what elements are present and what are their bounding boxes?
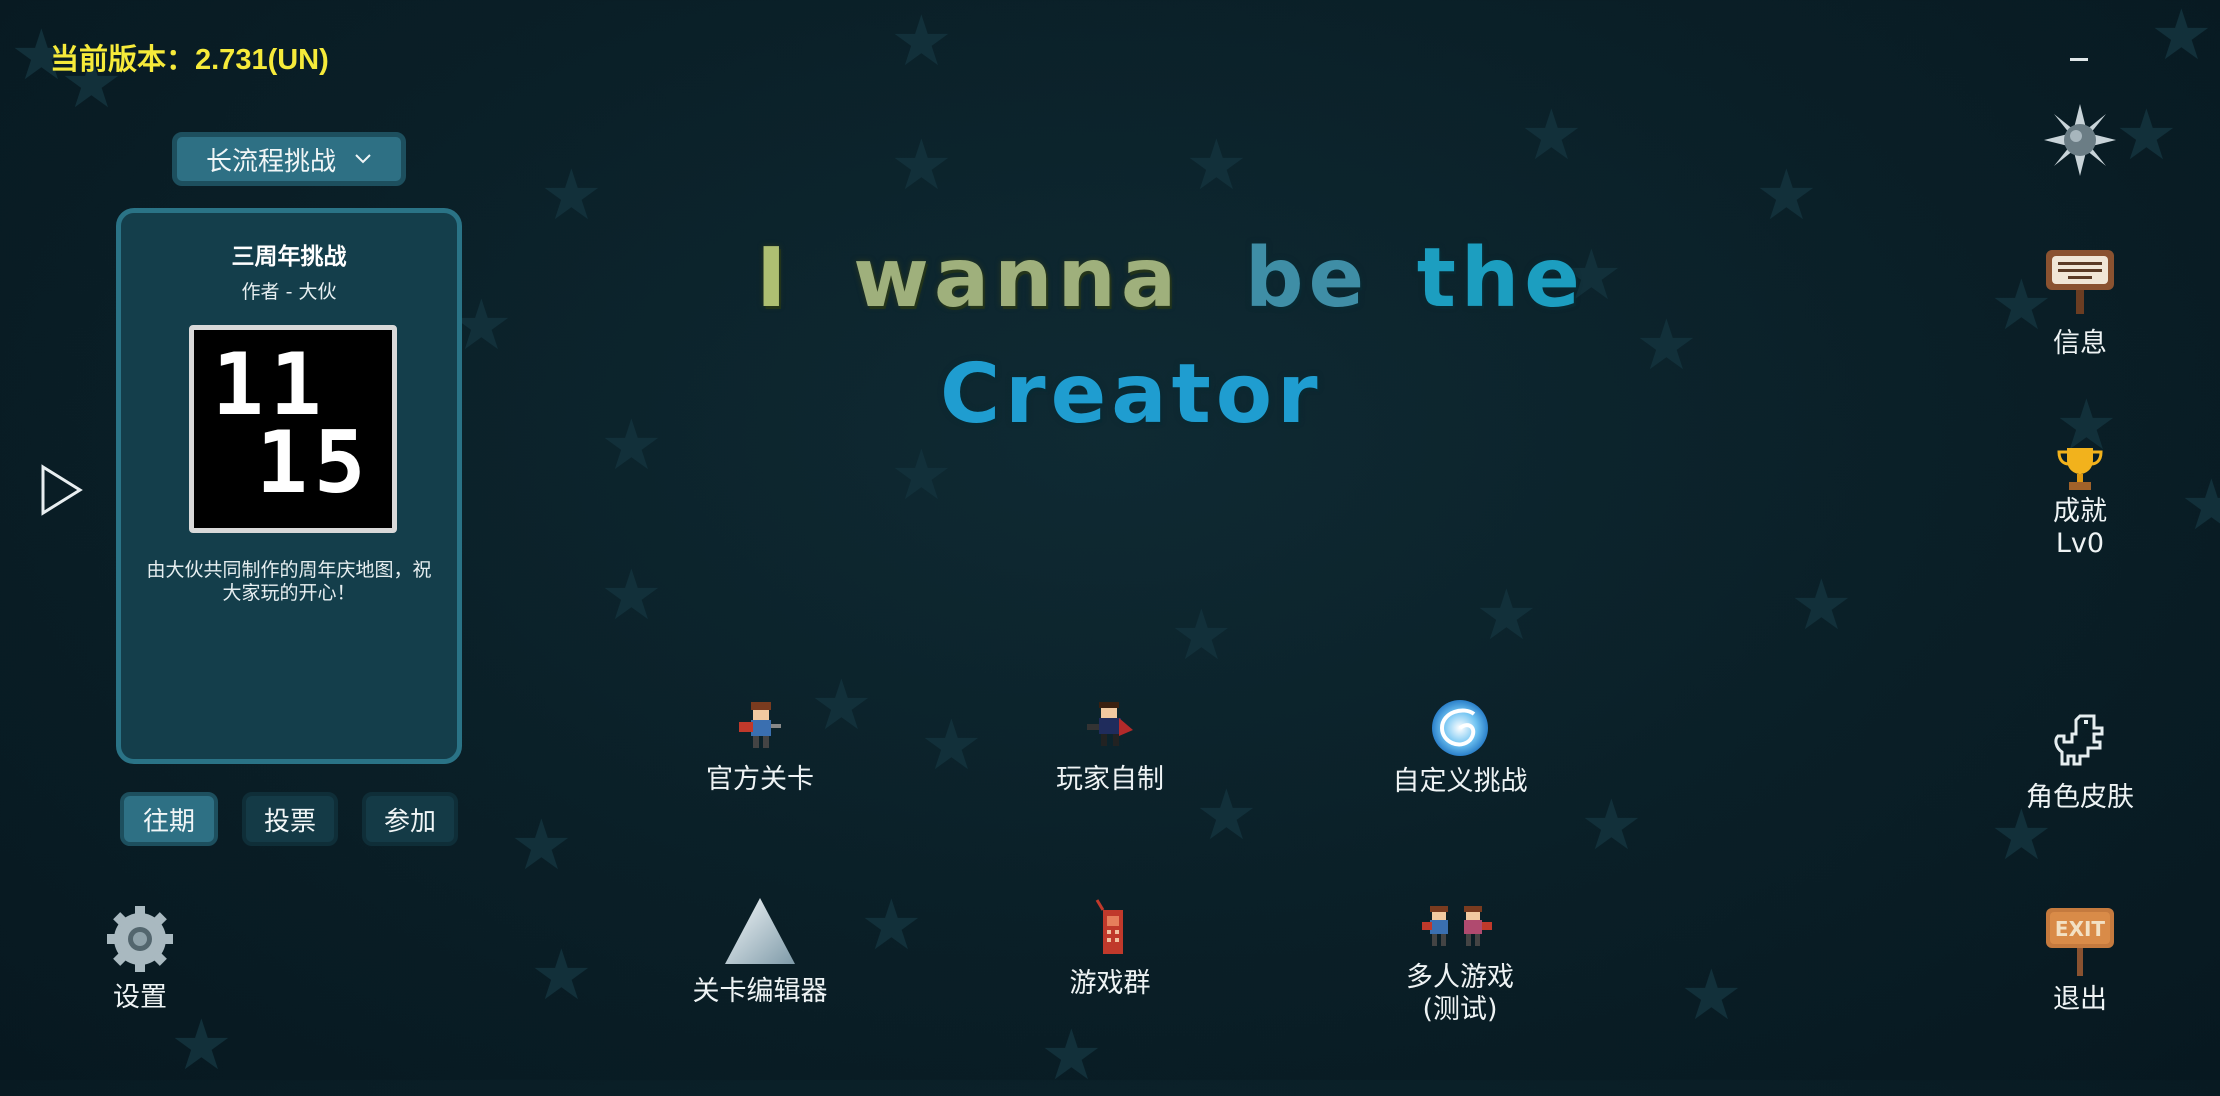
game-group-button[interactable]: 游戏群 <box>1010 898 1210 1000</box>
mode-dropdown[interactable]: 长流程挑战 <box>172 132 406 186</box>
minimize-button[interactable] <box>2070 58 2088 61</box>
background-star: ★ <box>890 0 953 82</box>
background-star: ★ <box>1635 304 1698 386</box>
multiplayer-sublabel: (测试) <box>1422 994 1498 1025</box>
custom-challenge-button[interactable]: 自定义挑战 <box>1360 698 1560 798</box>
gear-icon <box>107 906 173 972</box>
featured-map-card[interactable]: 三周年挑战 作者 - 大伙 11 15 由大伙共同制作的周年庆地图，祝大家玩的开… <box>116 208 462 764</box>
background-star: ★ <box>1185 124 1248 206</box>
info-label: 信息 <box>2053 328 2107 359</box>
achievement-level: Lv0 <box>2055 528 2105 559</box>
player-made-label: 玩家自制 <box>1056 764 1164 795</box>
official-levels-label: 官方关卡 <box>706 764 814 795</box>
phone-icon <box>1095 899 1123 954</box>
background-star: ★ <box>600 554 663 636</box>
tab-join[interactable]: 参加 <box>362 792 458 846</box>
tab-vote[interactable]: 投票 <box>242 792 338 846</box>
exit-button[interactable]: EXIT 退出 <box>2030 904 2130 1016</box>
title-word: be <box>1244 231 1370 326</box>
version-label: 当前版本：2.731(UN) <box>50 44 329 76</box>
tab-vote-label: 投票 <box>263 806 316 837</box>
info-button[interactable]: 信息 <box>2030 246 2130 360</box>
featured-title: 三周年挑战 <box>231 244 347 270</box>
two-characters-icon <box>1422 906 1492 946</box>
background-star: ★ <box>1580 784 1643 866</box>
background-star: ★ <box>1170 594 1233 676</box>
achievement-button[interactable]: 成就 Lv0 <box>2030 444 2130 560</box>
spike-ball-icon <box>2044 104 2116 176</box>
swirl-portal-icon <box>1432 700 1488 756</box>
mode-dropdown-value: 长流程挑战 <box>205 146 336 177</box>
exit-sign-text: EXIT <box>2055 917 2106 941</box>
settings-label: 设置 <box>113 982 167 1013</box>
chevron-down-icon <box>355 154 371 164</box>
title-word: I <box>756 231 792 326</box>
background-star: ★ <box>1790 564 1853 646</box>
title-word: wanna <box>853 231 1182 326</box>
title-word: the <box>1416 231 1585 326</box>
featured-thumbnail[interactable]: 11 15 <box>189 325 397 533</box>
custom-challenge-label: 自定义挑战 <box>1392 766 1528 797</box>
background-star: ★ <box>600 404 663 486</box>
official-levels-button[interactable]: 官方关卡 <box>660 700 860 796</box>
play-arrow-icon[interactable] <box>40 464 84 516</box>
multiplayer-button[interactable]: 多人游戏 (测试) <box>1360 904 1560 1026</box>
level-editor-button[interactable]: 关卡编辑器 <box>660 896 860 1008</box>
thumbnail-number-bottom: 15 <box>256 413 372 513</box>
exit-sign-icon: EXIT <box>2046 908 2114 976</box>
background-star: ★ <box>890 124 953 206</box>
tab-past[interactable]: 往期 <box>120 792 218 846</box>
background-star: ★ <box>890 434 953 516</box>
skins-button[interactable]: 角色皮肤 <box>2010 712 2150 814</box>
background-star: ★ <box>860 884 923 966</box>
multiplayer-label: 多人游戏 <box>1406 962 1514 993</box>
game-title-line1: I wanna be the <box>756 238 1585 320</box>
exit-label: 退出 <box>2053 984 2107 1015</box>
background-star: ★ <box>1475 574 1538 656</box>
spike-icon <box>725 898 795 964</box>
background-star: ★ <box>1520 94 1583 176</box>
background-star: ★ <box>1755 154 1818 236</box>
background-star: ★ <box>2180 464 2220 546</box>
game-title-line2: Creator <box>940 347 1323 442</box>
featured-author: 作者 - 大伙 <box>241 281 337 303</box>
background-star: ★ <box>540 154 603 236</box>
background-star: ★ <box>1680 954 1743 1036</box>
signboard-icon <box>2046 250 2114 314</box>
dinosaur-icon <box>2054 714 2104 766</box>
background-star: ★ <box>170 1004 233 1086</box>
background-star: ★ <box>510 804 573 886</box>
level-editor-label: 关卡编辑器 <box>692 976 828 1007</box>
tab-join-label: 参加 <box>383 806 436 837</box>
background-star: ★ <box>920 704 983 786</box>
settings-button[interactable]: 设置 <box>90 904 190 1014</box>
skins-label: 角色皮肤 <box>2026 782 2134 813</box>
tab-past-label: 往期 <box>142 806 195 837</box>
spike-ball-button[interactable] <box>2040 104 2120 176</box>
featured-description: 由大伙共同制作的周年庆地图，祝大家玩的开心！ <box>146 559 432 604</box>
achievement-label: 成就 <box>2053 496 2107 527</box>
caped-character-icon <box>1087 702 1133 746</box>
background-star: ★ <box>530 934 593 1016</box>
background-star: ★ <box>2115 94 2178 176</box>
background-star: ★ <box>2150 0 2213 76</box>
player-made-button[interactable]: 玩家自制 <box>1010 700 1210 796</box>
hero-character-icon <box>739 702 781 748</box>
game-group-label: 游戏群 <box>1069 968 1151 999</box>
trophy-icon <box>2057 448 2103 490</box>
